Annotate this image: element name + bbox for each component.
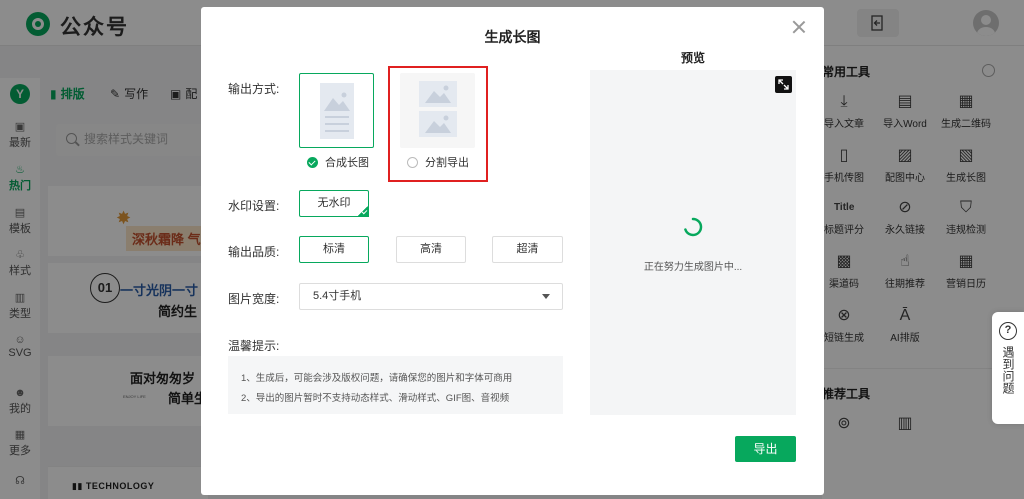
text-line: [325, 130, 349, 132]
tip-line: 1、生成后，可能会涉及版权问题，请确保您的图片和字体可商用: [241, 373, 513, 384]
close-icon[interactable]: [791, 19, 807, 35]
tip-line: 2、导出的图片暂时不支持动态样式、滑动样式、GIF图、音视频: [241, 393, 510, 404]
quality-ultra-button[interactable]: 超清: [492, 236, 563, 263]
width-label: 图片宽度:: [228, 292, 280, 306]
loading-text: 正在努力生成图片中...: [643, 262, 743, 273]
fullscreen-button[interactable]: [775, 76, 792, 93]
quality-high-button[interactable]: 高清: [396, 236, 466, 263]
question-icon: ?: [999, 322, 1017, 340]
tips-label: 温馨提示:: [228, 339, 280, 353]
long-image-dialog: 生成长图 输出方式: 合成长图 分割导出 水印设置: 无水印 输出品质: 标清 …: [201, 7, 824, 495]
help-float-button[interactable]: ? 遇到问题: [992, 312, 1024, 424]
quality-standard-button[interactable]: 标清: [299, 236, 369, 263]
long-image-thumbnail-icon: [320, 83, 354, 139]
dialog-title: 生成长图: [484, 29, 541, 45]
radio-checked-icon: [307, 156, 318, 168]
mountain-icon: [324, 92, 350, 111]
text-line: [325, 116, 349, 118]
mode-card-merge[interactable]: [299, 73, 374, 148]
check-icon: [357, 205, 369, 217]
loading-spinner-icon: [684, 217, 703, 237]
output-mode-label: 输出方式:: [228, 82, 280, 96]
quality-label: 输出品质:: [228, 245, 280, 259]
watermark-none-button[interactable]: 无水印: [299, 190, 369, 217]
width-select[interactable]: 5.4寸手机: [299, 283, 563, 310]
export-button[interactable]: 导出: [735, 436, 796, 462]
watermark-label: 水印设置:: [228, 199, 280, 213]
tips-box: 1、生成后，可能会涉及版权问题，请确保您的图片和字体可商用 2、导出的图片暂时不…: [228, 356, 563, 414]
mode-option-merge[interactable]: 合成长图: [307, 154, 369, 170]
preview-area: 正在努力生成图片中...: [590, 70, 796, 415]
caret-down-icon: [542, 294, 550, 299]
text-line: [325, 123, 349, 125]
highlight-box: [388, 66, 488, 182]
help-text: 遇到问题: [1001, 346, 1015, 394]
preview-title: 预览: [680, 51, 705, 65]
expand-icon: [778, 79, 789, 90]
